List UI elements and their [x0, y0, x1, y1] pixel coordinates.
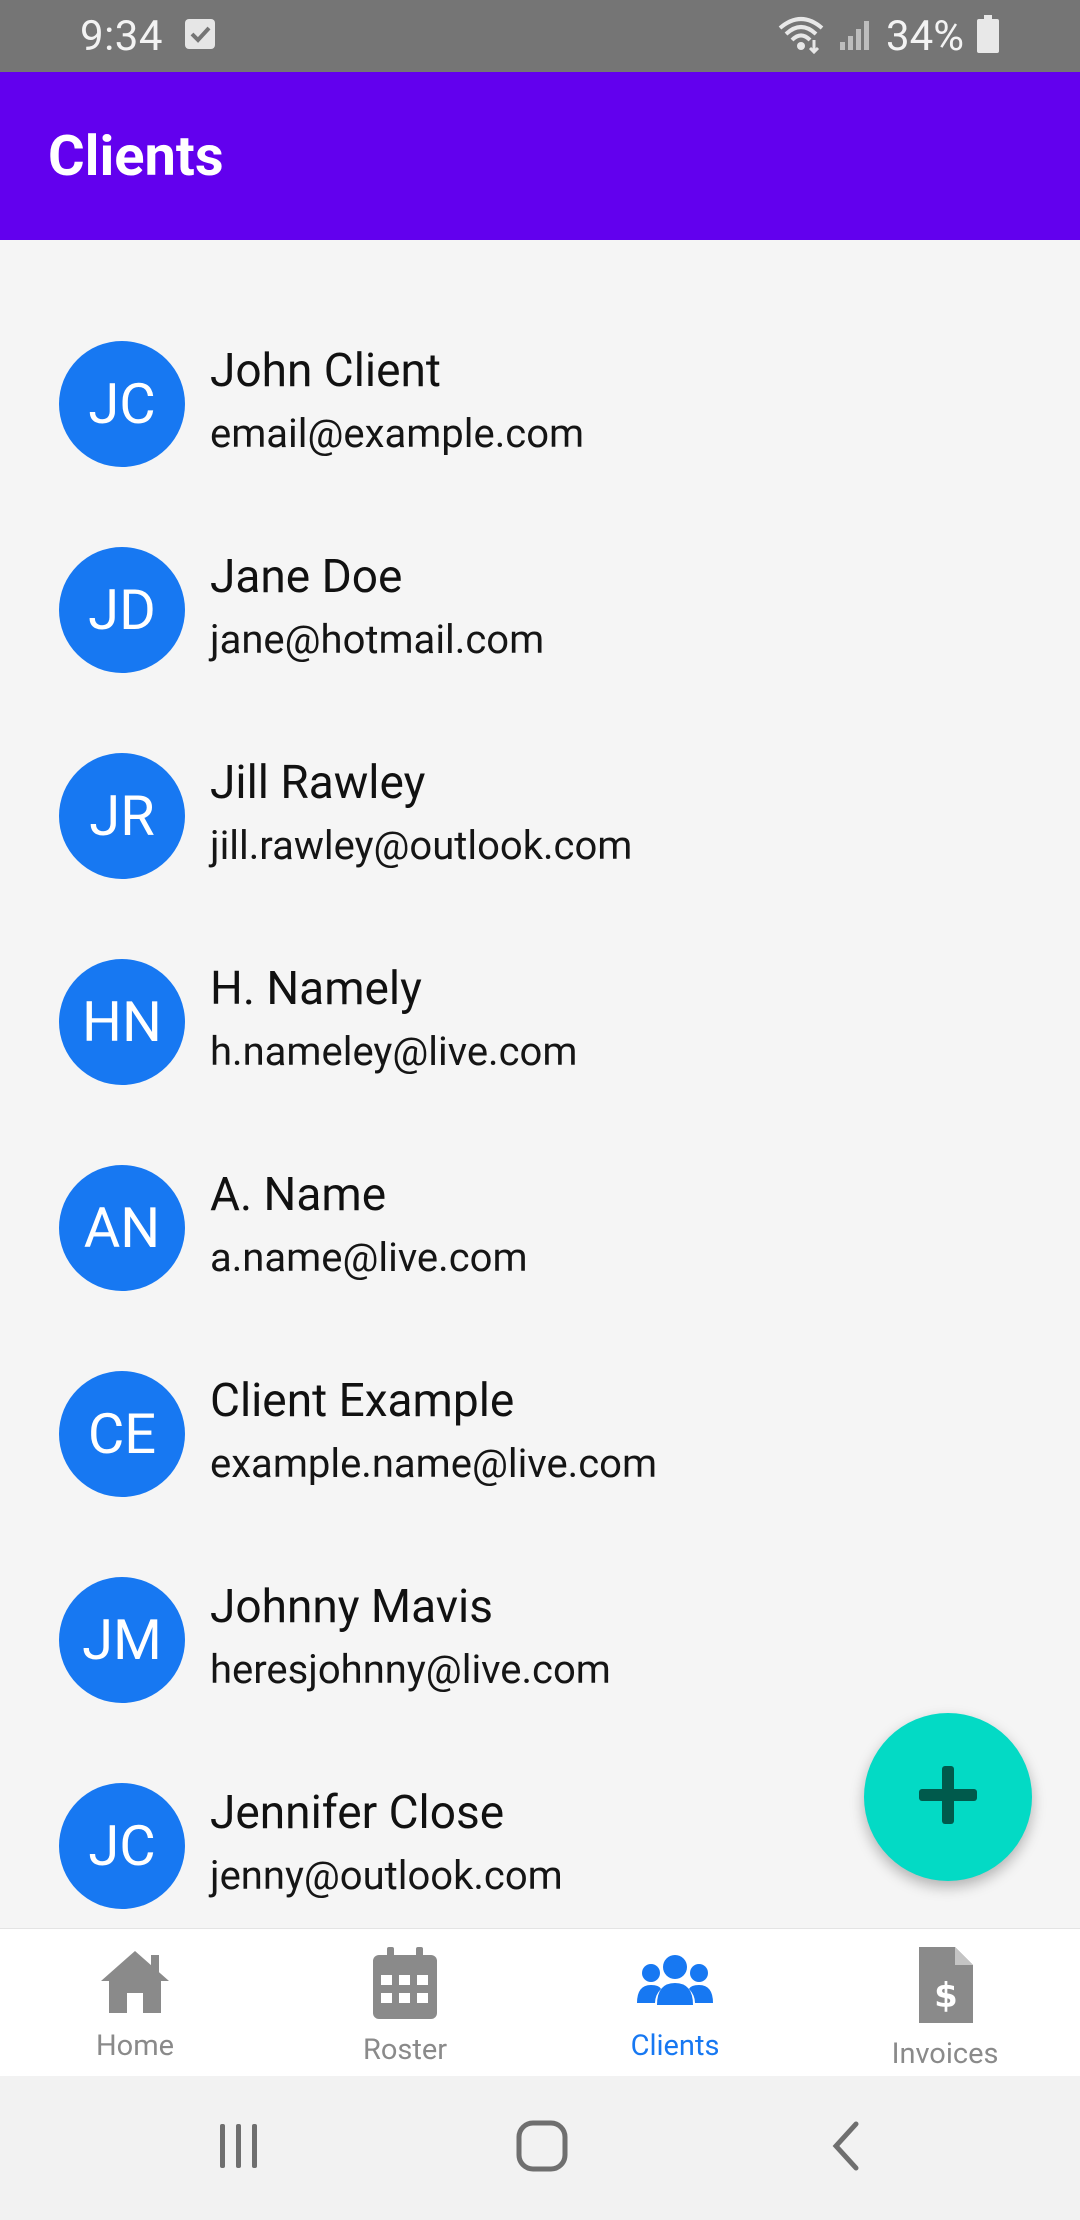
client-name: Jennifer Close	[210, 1786, 505, 1840]
avatar: HN	[59, 959, 185, 1085]
list-item[interactable]: JM Johnny Mavis heresjohnny@live.com	[0, 1534, 1080, 1740]
avatar: JC	[59, 1783, 185, 1909]
list-item[interactable]: JR Jill Rawley jill.rawley@outlook.com	[0, 710, 1080, 916]
signal-icon	[838, 16, 874, 56]
app-bar: Clients	[0, 72, 1080, 240]
client-name: A. Name	[210, 1168, 387, 1222]
client-name: John Client	[210, 344, 441, 398]
list-item[interactable]: JD Jane Doe jane@hotmail.com	[0, 504, 1080, 710]
client-email: example.name@live.com	[210, 1440, 658, 1487]
client-email: a.name@live.com	[210, 1234, 528, 1281]
home-button-icon[interactable]	[514, 2116, 570, 2180]
client-email: h.nameley@live.com	[210, 1028, 578, 1075]
add-client-button[interactable]	[864, 1713, 1032, 1881]
client-name: Johnny Mavis	[210, 1580, 493, 1634]
avatar: JM	[59, 1577, 185, 1703]
recent-apps-icon[interactable]	[214, 2116, 264, 2180]
client-name: Client Example	[210, 1374, 515, 1428]
nav-label-invoices: Invoices	[891, 2037, 999, 2071]
status-bar: 9:34 34%	[0, 0, 1080, 72]
avatar: AN	[59, 1165, 185, 1291]
client-list: JC John Client email@example.com JD Jane…	[0, 298, 1080, 1946]
client-name: H. Namely	[210, 962, 422, 1016]
list-item[interactable]: JC John Client email@example.com	[0, 298, 1080, 504]
status-time: 9:34	[80, 11, 163, 61]
calendar-icon	[369, 1945, 441, 2025]
battery-icon	[976, 14, 1000, 58]
avatar: JR	[59, 753, 185, 879]
nav-item-home[interactable]: Home	[0, 1929, 270, 2076]
client-email: jenny@outlook.com	[210, 1852, 563, 1899]
avatar: JD	[59, 547, 185, 673]
bottom-navigation: Home Roster Clients $ Invoices	[0, 1928, 1080, 2076]
back-icon[interactable]	[826, 2116, 866, 2180]
client-email: heresjohnny@live.com	[210, 1646, 611, 1693]
client-email: email@example.com	[210, 410, 585, 457]
users-icon	[635, 1945, 715, 2021]
home-icon	[95, 1945, 175, 2021]
client-name: Jill Rawley	[210, 756, 426, 810]
avatar: JC	[59, 341, 185, 467]
nav-label-clients: Clients	[630, 2029, 720, 2063]
system-navigation-bar	[0, 2076, 1080, 2220]
app-screen: 9:34 34% Clients JC John Client email@ex…	[0, 0, 1080, 2220]
nav-item-roster[interactable]: Roster	[270, 1929, 540, 2076]
client-name: Jane Doe	[210, 550, 403, 604]
plus-icon	[915, 1762, 981, 1832]
svg-text:$: $	[934, 1976, 958, 2016]
checkbox-notification-icon	[183, 17, 217, 55]
wifi-icon	[776, 14, 826, 58]
page-title: Clients	[48, 123, 224, 189]
nav-item-clients[interactable]: Clients	[540, 1929, 810, 2076]
status-right: 34%	[776, 12, 1000, 61]
list-item[interactable]: AN A. Name a.name@live.com	[0, 1122, 1080, 1328]
nav-item-invoices[interactable]: $ Invoices	[810, 1929, 1080, 2076]
client-email: jill.rawley@outlook.com	[210, 822, 633, 869]
list-item[interactable]: HN H. Namely h.nameley@live.com	[0, 916, 1080, 1122]
invoice-icon: $	[913, 1945, 977, 2029]
nav-label-roster: Roster	[362, 2033, 448, 2067]
status-left: 9:34	[80, 12, 217, 61]
client-email: jane@hotmail.com	[210, 616, 545, 663]
list-item[interactable]: CE Client Example example.name@live.com	[0, 1328, 1080, 1534]
nav-label-home: Home	[95, 2029, 175, 2063]
avatar: CE	[59, 1371, 185, 1497]
battery-percent: 34%	[886, 11, 964, 61]
